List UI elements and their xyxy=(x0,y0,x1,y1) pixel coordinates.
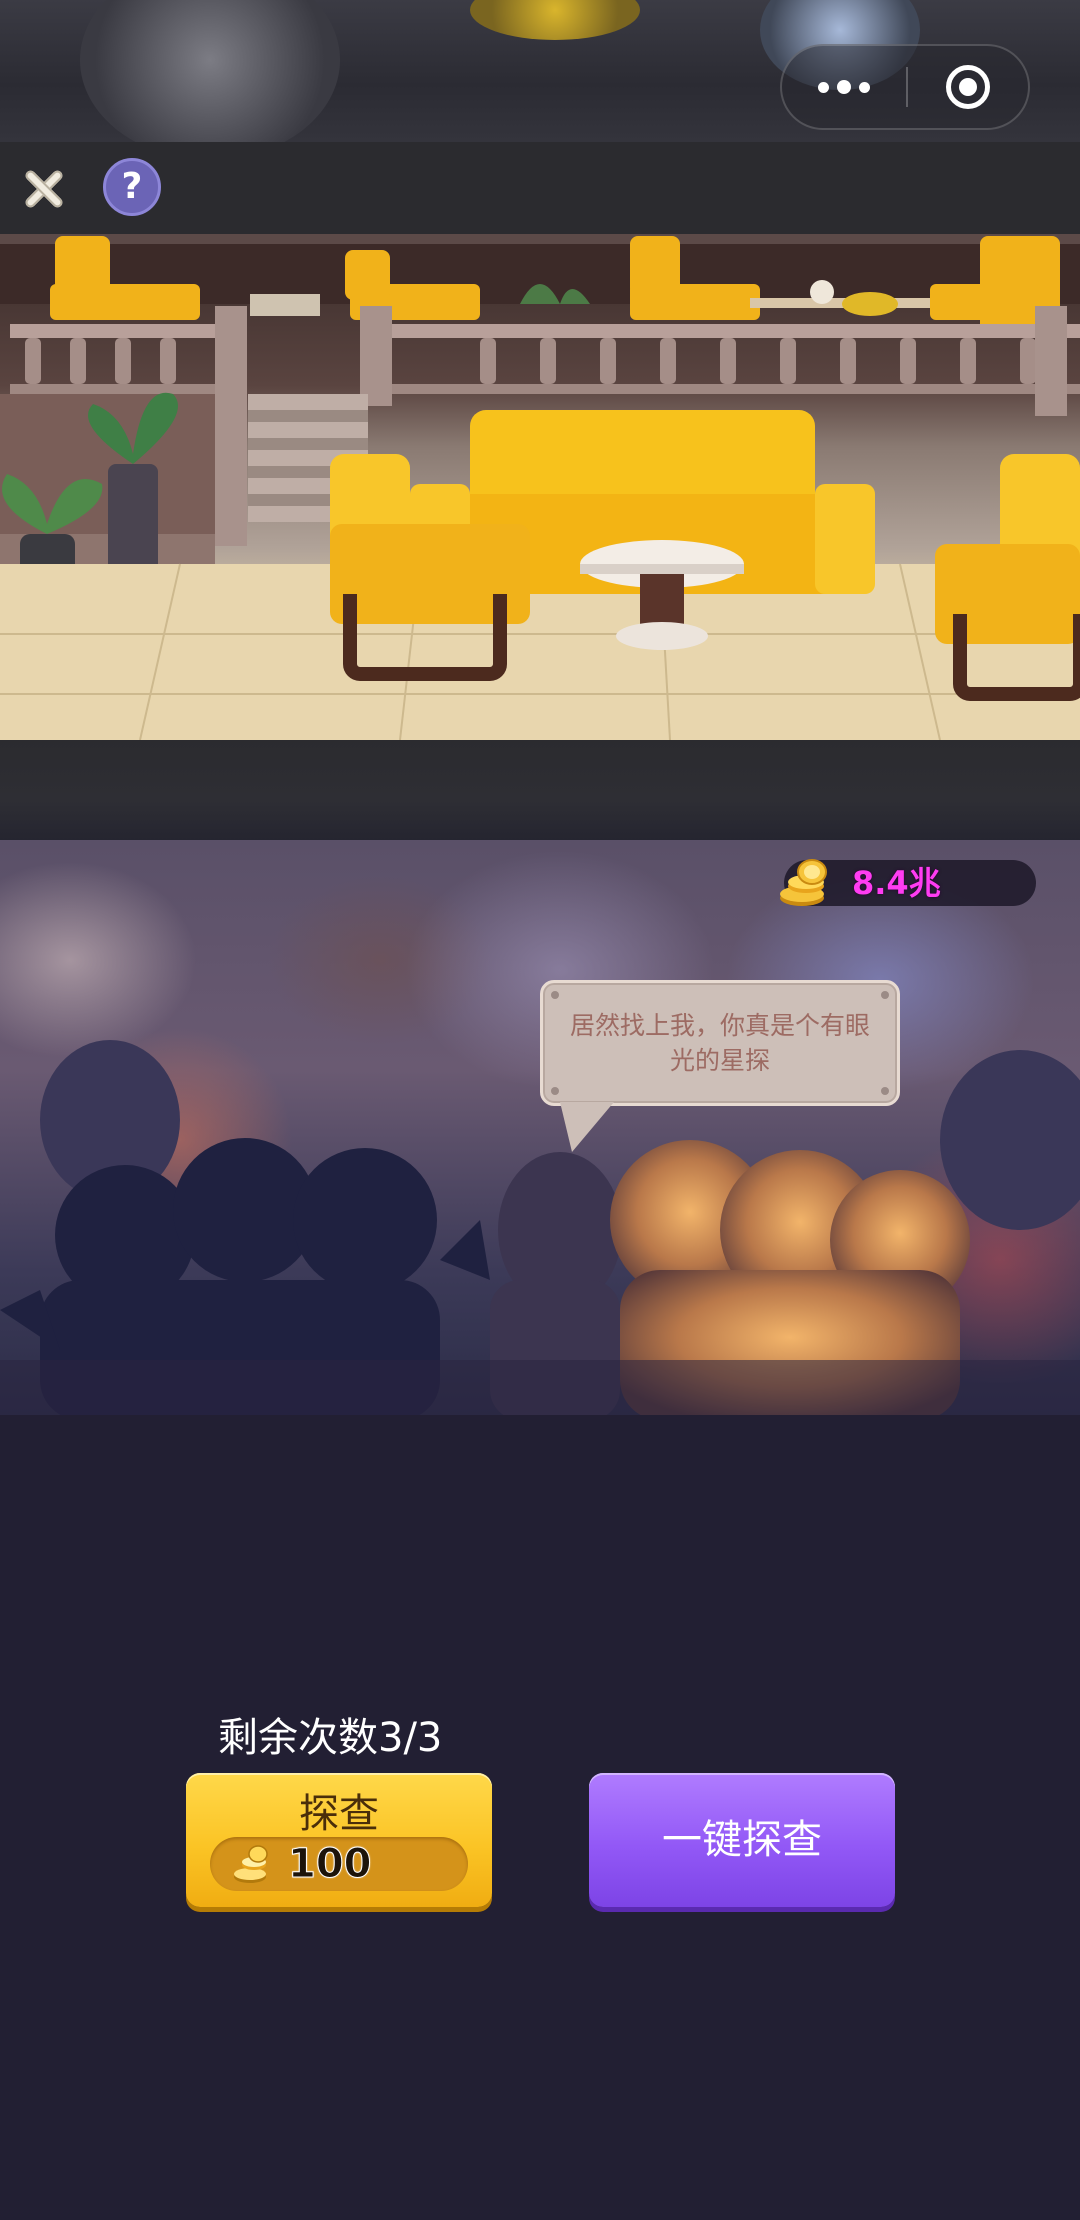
coin-amount: 8.4兆 xyxy=(852,864,941,902)
help-button[interactable]: ? xyxy=(103,158,161,216)
probe-cost-pill: 100 xyxy=(210,1837,468,1891)
speech-bubble: 居然找上我，你真是个有眼光的星探 xyxy=(540,980,900,1106)
gold-coins-icon xyxy=(780,859,827,906)
bubble-rivet xyxy=(881,991,889,999)
bubble-rivet xyxy=(551,991,559,999)
miniprogram-capsule xyxy=(780,44,1030,130)
close-miniprogram-button[interactable] xyxy=(908,46,1028,128)
target-icon xyxy=(946,65,990,109)
coin-balance: 8.4兆 xyxy=(780,859,1036,906)
bubble-rivet xyxy=(881,1087,889,1095)
probe-button-label: 探查 xyxy=(299,1791,379,1837)
bubble-rivet xyxy=(551,1087,559,1095)
crowd-scene: 8.4兆 居然找上我，你真是个有眼光的星探 xyxy=(0,840,1080,1415)
auto-probe-label: 一键探查 xyxy=(662,1817,822,1863)
remaining-attempts: 剩余次数3/3 xyxy=(218,1715,443,1761)
gold-coins-icon xyxy=(234,1845,268,1883)
probe-cost-value: 100 xyxy=(288,1841,372,1888)
divider-band xyxy=(0,740,1080,840)
auto-probe-button[interactable]: 一键探查 xyxy=(589,1773,895,1907)
more-dots-icon[interactable] xyxy=(782,46,906,128)
game-toolbar xyxy=(0,142,1080,234)
blurred-shape xyxy=(80,0,340,142)
top-scene-strip xyxy=(0,0,1080,142)
close-icon[interactable] xyxy=(18,164,68,214)
probe-button[interactable]: 探查 100 xyxy=(186,1773,492,1907)
blurred-shape xyxy=(470,0,640,40)
speech-text: 居然找上我，你真是个有眼光的星探 xyxy=(569,1011,870,1075)
crowd-silhouettes xyxy=(0,1040,1080,1415)
lounge-illustration xyxy=(0,234,1080,740)
speech-bubble-tail xyxy=(560,1102,614,1152)
lounge-scene xyxy=(0,234,1080,740)
